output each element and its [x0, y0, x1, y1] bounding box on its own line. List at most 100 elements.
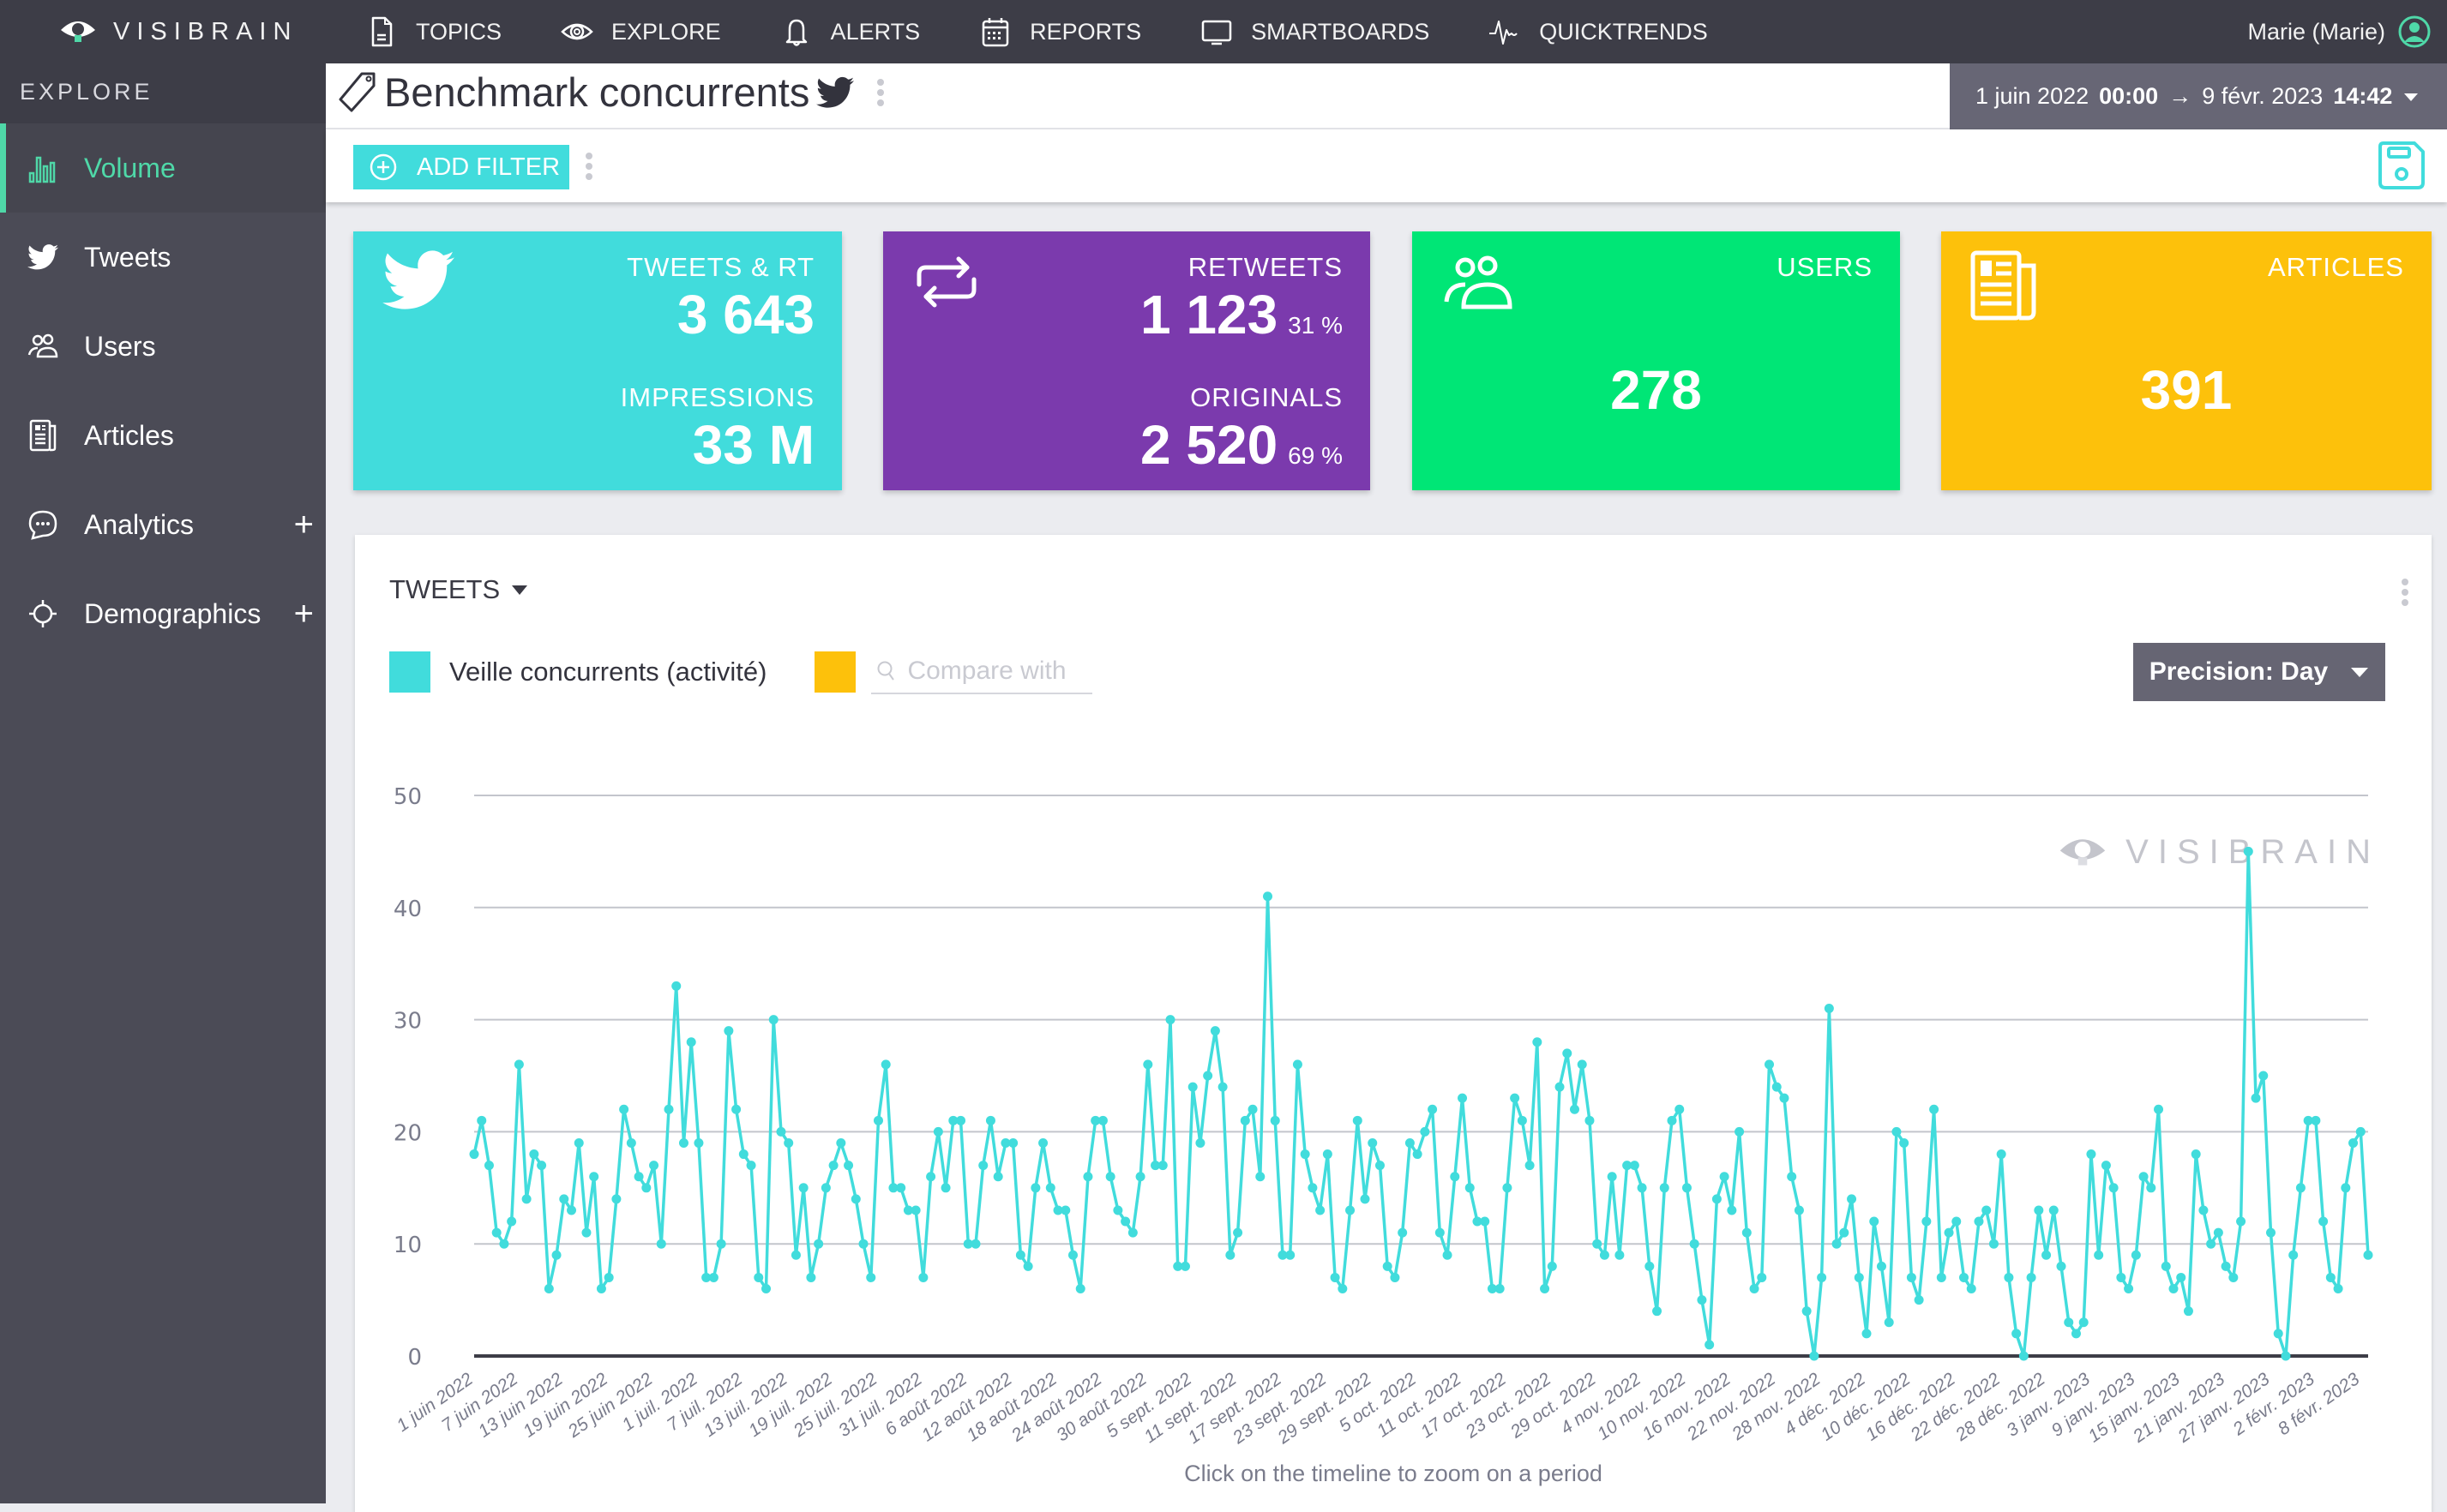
- expand-analytics-icon[interactable]: +: [294, 506, 314, 544]
- data-point: [2176, 1272, 2186, 1282]
- data-point: [1711, 1194, 1722, 1204]
- brand-logo[interactable]: VISIBRAIN: [60, 0, 298, 63]
- data-point: [2213, 1227, 2223, 1238]
- data-point: [2064, 1317, 2074, 1328]
- twitter-icon: [816, 76, 855, 108]
- data-point: [1847, 1194, 1857, 1204]
- data-point: [1015, 1250, 1025, 1260]
- data-point: [851, 1194, 861, 1204]
- sidebar-item-analytics[interactable]: Analytics +: [0, 480, 326, 569]
- data-point: [731, 1104, 742, 1114]
- nav-topics[interactable]: TOPICS: [364, 15, 502, 49]
- data-point: [896, 1183, 906, 1193]
- crosshair-icon: [26, 597, 60, 631]
- title-bar: Benchmark concurrents 1 juin 2022 00:00 …: [326, 63, 2447, 129]
- data-point: [1240, 1115, 1250, 1125]
- tweets-line-chart[interactable]: 010203040501 juin 20227 juin 202213 juin…: [355, 535, 2432, 1452]
- data-point: [1757, 1272, 1767, 1282]
- data-point: [1480, 1216, 1490, 1227]
- data-point: [776, 1126, 786, 1137]
- data-point: [1644, 1261, 1655, 1271]
- data-point: [1345, 1205, 1356, 1215]
- pulse-icon: [1489, 21, 1518, 45]
- nav-quicktrends[interactable]: QUICKTRENDS: [1488, 15, 1708, 49]
- data-point: [1450, 1172, 1460, 1182]
- data-point: [1165, 1015, 1175, 1025]
- data-point: [626, 1137, 636, 1148]
- tag-icon: [339, 72, 376, 111]
- calendar-icon: [982, 18, 1009, 47]
- data-point: [2078, 1317, 2089, 1328]
- data-point: [581, 1227, 592, 1238]
- data-point: [828, 1161, 839, 1171]
- sidebar-item-label: Tweets: [84, 241, 171, 273]
- data-point: [1988, 1239, 1999, 1249]
- data-point: [1263, 891, 1273, 902]
- data-point: [551, 1250, 562, 1260]
- nav-smartboards[interactable]: SMARTBOARDS: [1199, 15, 1429, 49]
- data-point: [1906, 1272, 1916, 1282]
- data-point: [1322, 1149, 1332, 1160]
- data-point: [694, 1137, 704, 1148]
- retweets-value: 1 123: [1140, 284, 1278, 345]
- sidebar-item-users[interactable]: Users: [0, 302, 326, 391]
- sidebar-item-demographics[interactable]: Demographics +: [0, 569, 326, 658]
- data-point: [2288, 1250, 2299, 1260]
- data-point: [1292, 1059, 1302, 1070]
- users-icon: [1444, 255, 1512, 309]
- data-point: [544, 1284, 554, 1294]
- data-point: [1787, 1172, 1797, 1182]
- title-more-icon[interactable]: [876, 77, 885, 108]
- data-point: [1697, 1295, 1707, 1305]
- date-arrow: →: [2168, 83, 2192, 109]
- data-point: [1502, 1183, 1512, 1193]
- data-point: [1097, 1115, 1108, 1125]
- retweets-card[interactable]: RETWEETS 1 123 31 % ORIGINALS 2 520 69 %: [883, 231, 1370, 490]
- user-menu[interactable]: Marie (Marie): [2247, 0, 2432, 63]
- users-value: 278: [1610, 359, 1702, 421]
- tweets-card[interactable]: TWEETS & RT 3 643 IMPRESSIONS 33 M: [353, 231, 842, 490]
- data-point: [941, 1183, 951, 1193]
- expand-demographics-icon[interactable]: +: [294, 595, 314, 633]
- date-range-picker[interactable]: 1 juin 2022 00:00 → 9 févr. 2023 14:42: [1950, 63, 2447, 129]
- sidebar-header: EXPLORE: [0, 63, 326, 123]
- data-point: [2251, 1093, 2261, 1103]
- data-point: [866, 1272, 876, 1282]
- y-tick-label: 50: [394, 784, 422, 810]
- data-point: [761, 1284, 772, 1294]
- data-point: [2138, 1172, 2149, 1182]
- users-label: USERS: [1777, 252, 1873, 282]
- users-card[interactable]: USERS 278: [1412, 231, 1900, 490]
- data-point: [1869, 1216, 1879, 1227]
- sidebar-item-articles[interactable]: Articles: [0, 391, 326, 480]
- y-tick-label: 20: [394, 1120, 422, 1146]
- data-point: [2228, 1272, 2239, 1282]
- data-point: [2206, 1239, 2216, 1249]
- nav-explore[interactable]: EXPLORE: [560, 15, 721, 49]
- data-point: [1135, 1172, 1145, 1182]
- sidebar-item-tweets[interactable]: Tweets: [0, 213, 326, 302]
- data-point: [1599, 1250, 1609, 1260]
- sidebar-item-label: Users: [84, 330, 156, 362]
- data-point: [2191, 1149, 2201, 1160]
- articles-card[interactable]: ARTICLES 391: [1941, 231, 2432, 490]
- data-point: [2311, 1115, 2321, 1125]
- save-icon[interactable]: [2375, 140, 2426, 191]
- sidebar-item-volume[interactable]: Volume: [0, 123, 326, 213]
- data-point: [1765, 1059, 1775, 1070]
- bell-icon: [785, 19, 807, 46]
- data-point: [1659, 1183, 1669, 1193]
- data-point: [1547, 1261, 1557, 1271]
- sidebar-item-label: Analytics: [84, 508, 195, 540]
- data-point: [1831, 1239, 1842, 1249]
- data-point: [1981, 1205, 1992, 1215]
- data-point: [2198, 1205, 2209, 1215]
- data-point: [1217, 1082, 1228, 1092]
- nav-alerts-label: ALERTS: [830, 18, 921, 45]
- add-filter-button[interactable]: ADD FILTER: [353, 145, 569, 189]
- filter-more-icon[interactable]: [585, 152, 593, 181]
- users-icon: [26, 329, 60, 363]
- nav-alerts[interactable]: ALERTS: [779, 15, 921, 49]
- nav-reports[interactable]: REPORTS: [978, 15, 1141, 49]
- tweets-label: TWEETS & RT: [627, 252, 815, 282]
